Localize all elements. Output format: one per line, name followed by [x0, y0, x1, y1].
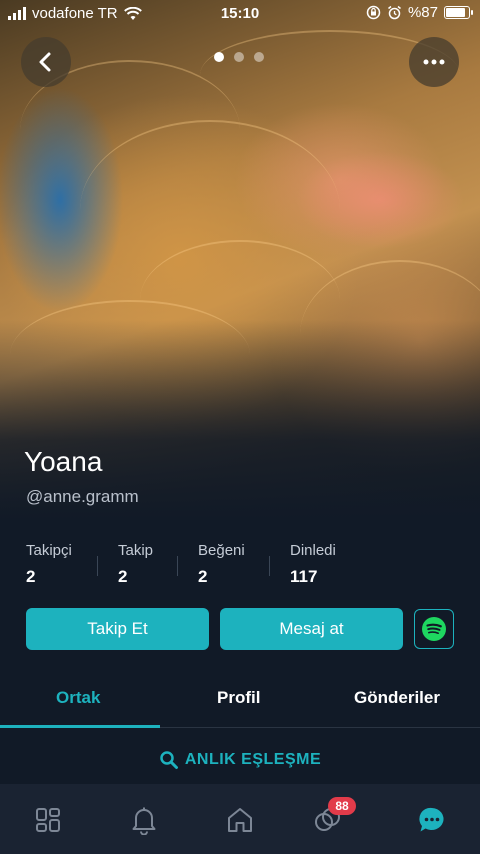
- tab-ortak[interactable]: Ortak: [56, 688, 100, 708]
- alarm-icon: [388, 5, 401, 20]
- magnifier-icon: [160, 751, 178, 769]
- profile-handle: @anne.gramm: [26, 487, 139, 506]
- home-icon: [228, 808, 252, 832]
- stat-value: 117: [290, 567, 318, 586]
- stat-divider: [177, 556, 178, 576]
- profile-photo[interactable]: [0, 0, 480, 520]
- photo-texture: [0, 0, 480, 520]
- orientation-lock-icon: [366, 5, 381, 20]
- pagination-dot[interactable]: [214, 52, 224, 62]
- grid-icon: [36, 808, 60, 832]
- stat-label: Takipçi: [26, 542, 72, 559]
- profile-name: Yoana: [24, 446, 103, 477]
- stat-listened[interactable]: Dinledi 117: [290, 542, 336, 587]
- more-dots-icon: [423, 59, 445, 65]
- follow-button[interactable]: Takip Et: [26, 608, 209, 650]
- bottom-navigation: 88: [0, 784, 480, 854]
- instant-match-button[interactable]: ANLIK EŞLEŞME: [0, 738, 480, 782]
- more-options-button[interactable]: [409, 37, 459, 87]
- stat-label: Dinledi: [290, 542, 336, 559]
- notification-badge: 88: [328, 797, 356, 815]
- message-button[interactable]: Mesaj at: [220, 608, 403, 650]
- stat-likes[interactable]: Beğeni 2: [198, 542, 245, 587]
- stat-divider: [269, 556, 270, 576]
- pagination-dot[interactable]: [254, 52, 264, 62]
- stat-divider: [97, 556, 98, 576]
- stat-label: Takip: [118, 542, 154, 559]
- spotify-icon: [422, 617, 446, 641]
- pagination-dot[interactable]: [234, 52, 244, 62]
- tab-profil[interactable]: Profil: [217, 688, 260, 708]
- battery-percent: %87: [407, 4, 438, 21]
- active-tab-indicator: [0, 725, 160, 728]
- spotify-button[interactable]: [414, 609, 454, 649]
- tab-gonderiler[interactable]: Gönderiler: [354, 688, 440, 708]
- chevron-left-icon: [39, 52, 51, 72]
- status-right: %87: [366, 4, 473, 21]
- nav-matches[interactable]: 88: [308, 797, 356, 840]
- battery-icon: [444, 6, 473, 19]
- stat-value: 2: [198, 567, 208, 586]
- stat-value: 2: [118, 567, 128, 586]
- back-button[interactable]: [21, 37, 71, 87]
- nav-notifications[interactable]: [124, 800, 164, 840]
- stat-following[interactable]: Takip 2: [118, 542, 153, 587]
- stat-label: Beğeni: [198, 542, 245, 559]
- photo-pagination: [214, 52, 264, 62]
- stat-followers[interactable]: Takipçi 2: [26, 542, 72, 587]
- nav-messages[interactable]: [412, 800, 452, 840]
- instant-match-label: ANLIK EŞLEŞME: [184, 751, 322, 768]
- chat-icon: [419, 807, 444, 832]
- bell-icon: [132, 807, 156, 835]
- stat-value: 2: [26, 567, 36, 586]
- profile-tabs: Ortak Profil Gönderiler: [0, 678, 480, 728]
- nav-home[interactable]: [220, 800, 260, 840]
- nav-grid[interactable]: [28, 800, 68, 840]
- status-bar: vodafone TR 15:10 %87: [0, 0, 480, 28]
